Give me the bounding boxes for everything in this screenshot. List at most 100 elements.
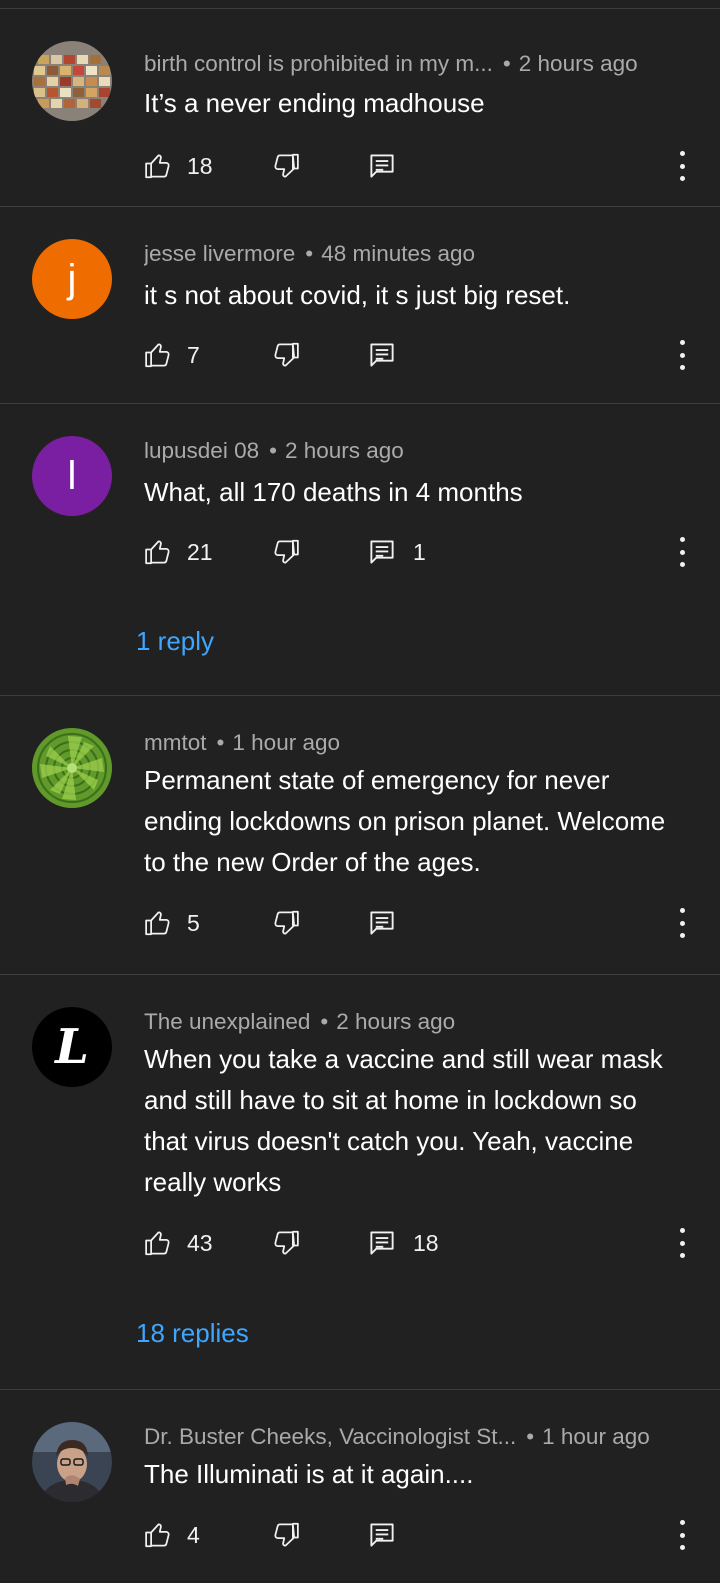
comment-time[interactable]: 2 hours ago (519, 51, 638, 77)
comment-reply-icon (370, 1231, 394, 1255)
comment-item: j jesse livermore • 48 minutes ago it s … (0, 207, 720, 404)
comment-time[interactable]: 48 minutes ago (321, 241, 475, 267)
letter-avatar[interactable]: L (32, 1007, 112, 1087)
comment-reply-icon (370, 154, 394, 178)
photo-grid-avatar-icon[interactable] (32, 41, 112, 121)
reply-count: 1 (413, 538, 426, 565)
comment-reply-icon (370, 540, 394, 564)
comment-meta: Dr. Buster Cheeks, Vaccinologist St... •… (144, 1424, 676, 1450)
thumb-down-icon (274, 539, 299, 564)
comment-item: L The unexplained • 2 hours ago When you… (0, 975, 720, 1390)
comment-meta: The unexplained • 2 hours ago (144, 1009, 676, 1035)
more-options-icon[interactable] (677, 340, 687, 370)
reply-button[interactable] (367, 149, 413, 183)
view-replies-link[interactable]: 18 replies (136, 1318, 249, 1349)
comment-actions: 21 1 (143, 535, 720, 569)
avatar-letter: l (67, 454, 77, 498)
meta-separator: • (216, 730, 225, 755)
thumb-down-icon (274, 1522, 299, 1547)
dislike-button[interactable] (271, 149, 301, 183)
more-options-icon[interactable] (677, 151, 687, 181)
comment-author[interactable]: Dr. Buster Cheeks, Vaccinologist St... (144, 1424, 516, 1450)
comment-item: l lupusdei 08 • 2 hours ago What, all 17… (0, 404, 720, 696)
like-button[interactable]: 18 (143, 149, 213, 183)
comment-time[interactable]: 2 hours ago (336, 1009, 455, 1035)
like-count: 21 (187, 538, 213, 565)
comment-text: What, all 170 deaths in 4 months (144, 477, 523, 507)
comment-text: When you take a vaccine and still wear m… (144, 1044, 663, 1197)
like-button[interactable]: 7 (143, 338, 200, 372)
thumb-up-icon (145, 343, 170, 368)
thumb-up-icon (145, 1231, 170, 1256)
more-options-icon[interactable] (677, 1520, 687, 1550)
like-count: 18 (187, 152, 213, 179)
comment-actions: 18 (143, 149, 720, 183)
comment-time[interactable]: 1 hour ago (542, 1424, 650, 1450)
comment-item: birth control is prohibited in my m... •… (0, 9, 720, 207)
comment-actions: 5 (143, 906, 720, 940)
view-replies-link[interactable]: 1 reply (136, 626, 214, 657)
comment-item: Dr. Buster Cheeks, Vaccinologist St... •… (0, 1390, 720, 1583)
more-options-icon[interactable] (677, 908, 687, 938)
dislike-button[interactable] (271, 1518, 301, 1552)
avatar-letter: j (67, 257, 77, 301)
comment-actions: 43 18 (143, 1226, 720, 1260)
letter-avatar[interactable]: l (32, 436, 112, 516)
comment-time[interactable]: 2 hours ago (285, 438, 404, 464)
thumb-up-icon (145, 540, 170, 565)
comment-text: Permanent state of emergency for never e… (144, 765, 666, 877)
reply-button[interactable] (367, 338, 413, 372)
more-options-icon[interactable] (677, 1228, 687, 1258)
comment-meta: birth control is prohibited in my m... •… (144, 51, 676, 77)
dislike-button[interactable] (271, 338, 301, 372)
reply-button[interactable]: 18 (367, 1226, 439, 1260)
thumb-up-icon (145, 154, 170, 179)
comment-meta: lupusdei 08 • 2 hours ago (144, 438, 676, 464)
more-options-icon[interactable] (677, 537, 687, 567)
like-button[interactable]: 21 (143, 535, 213, 569)
reply-button[interactable] (367, 906, 413, 940)
meta-separator: • (269, 438, 277, 463)
reply-button[interactable]: 1 (367, 535, 426, 569)
letter-avatar[interactable]: j (32, 239, 112, 319)
like-count: 43 (187, 1229, 213, 1256)
comment-time[interactable]: 1 hour ago (232, 730, 340, 756)
dislike-button[interactable] (271, 535, 301, 569)
person-photo-avatar-icon[interactable] (32, 1422, 112, 1502)
comment-author[interactable]: lupusdei 08 (144, 438, 259, 464)
succulent-avatar-icon[interactable] (32, 728, 112, 808)
like-count: 5 (187, 909, 200, 936)
comment-item: mmtot • 1 hour ago Permanent state of em… (0, 696, 720, 975)
like-button[interactable]: 43 (143, 1226, 213, 1260)
meta-separator: • (305, 241, 314, 266)
thumb-up-icon (145, 1523, 170, 1548)
comment-reply-icon (370, 343, 394, 367)
like-count: 7 (187, 341, 200, 368)
like-button[interactable]: 4 (143, 1518, 200, 1552)
reply-count: 18 (413, 1229, 439, 1256)
comment-author[interactable]: mmtot (144, 730, 207, 756)
comment-reply-icon (370, 911, 394, 935)
dislike-button[interactable] (271, 906, 301, 940)
like-count: 4 (187, 1521, 200, 1548)
thumb-down-icon (274, 153, 299, 178)
comment-meta: jesse livermore • 48 minutes ago (144, 241, 676, 267)
thumb-down-icon (274, 1230, 299, 1255)
comment-meta: mmtot • 1 hour ago (144, 730, 676, 756)
comment-actions: 7 (143, 338, 720, 372)
comment-author[interactable]: jesse livermore (144, 241, 295, 267)
comment-author[interactable]: birth control is prohibited in my m... (144, 51, 493, 77)
comments-page: birth control is prohibited in my m... •… (0, 0, 720, 1583)
comment-actions: 4 (143, 1518, 720, 1552)
comment-text: The Illuminati is at it again.... (144, 1459, 474, 1489)
comment-author[interactable]: The unexplained (144, 1009, 310, 1035)
like-button[interactable]: 5 (143, 906, 200, 940)
avatar-letter: L (55, 1019, 89, 1075)
reply-button[interactable] (367, 1518, 413, 1552)
meta-separator: • (526, 1424, 535, 1449)
comment-reply-icon (370, 1523, 394, 1547)
thumb-up-icon (145, 911, 170, 936)
meta-separator: • (502, 51, 511, 76)
dislike-button[interactable] (271, 1226, 301, 1260)
comment-text: it s not about covid, it s just big rese… (144, 280, 571, 310)
